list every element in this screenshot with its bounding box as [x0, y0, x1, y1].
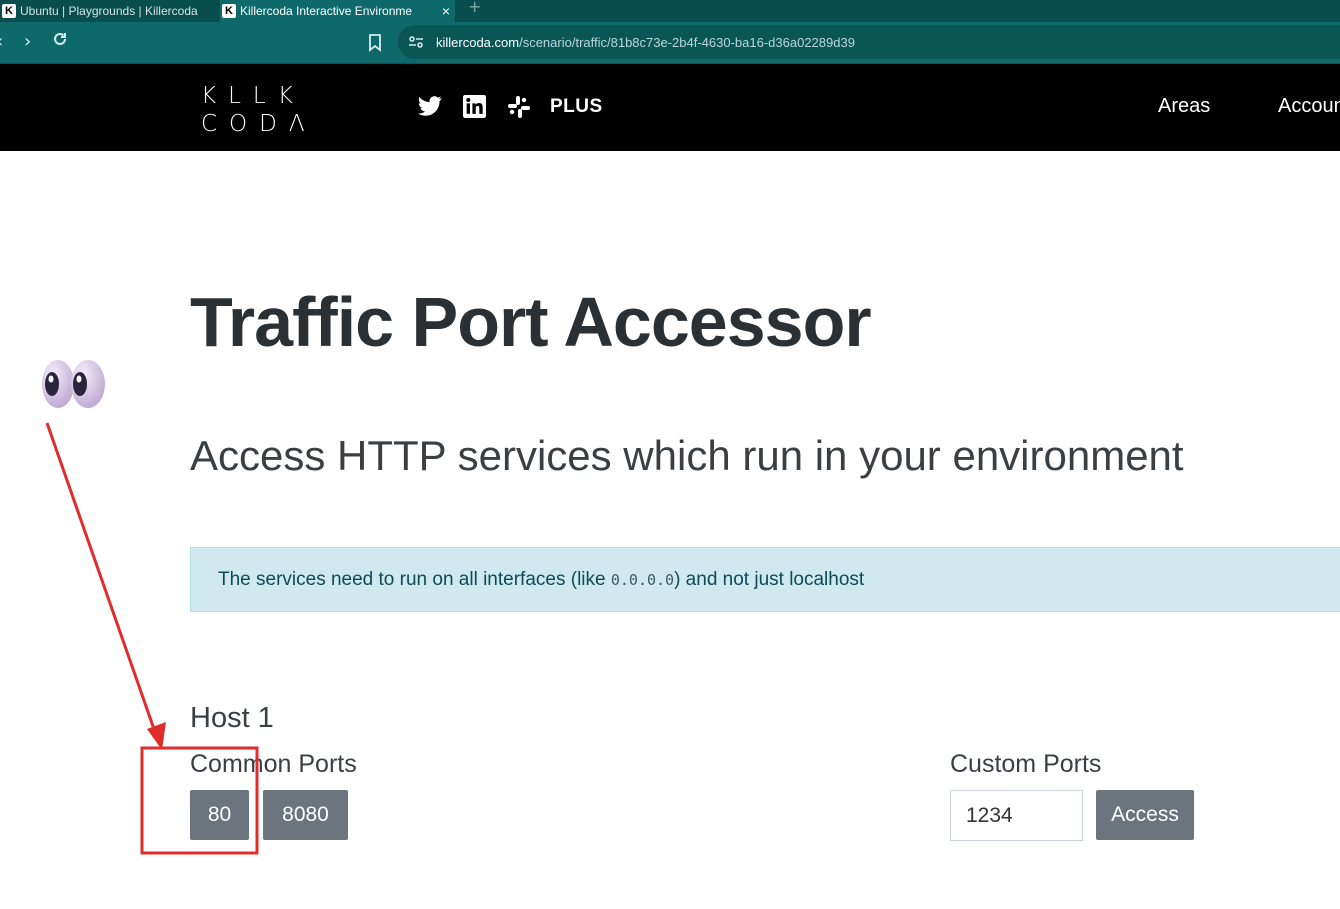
custom-ports-label: Custom Ports: [950, 750, 1102, 778]
killercoda-favicon-icon: K: [222, 4, 236, 18]
page-title: Traffic Port Accessor: [190, 283, 872, 361]
close-tab-icon[interactable]: ×: [437, 3, 455, 19]
address-bar[interactable]: killercoda.com/scenario/traffic/81b8c73e…: [398, 25, 1340, 59]
slack-icon[interactable]: [507, 95, 531, 123]
browser-tab-strip: K Ubuntu | Playgrounds | Killercoda K Ki…: [0, 0, 1340, 22]
nav-areas-link[interactable]: Areas: [1158, 95, 1210, 118]
custom-port-input[interactable]: [950, 790, 1083, 841]
port-8080-button[interactable]: 8080: [263, 790, 348, 840]
killercoda-logo[interactable]: KLLK CODΛ: [201, 82, 317, 138]
back-icon[interactable]: ‹: [0, 32, 3, 52]
tab-killercoda-environment[interactable]: K Killercoda Interactive Environme ×: [220, 0, 455, 22]
eyes-emoji-icon: [40, 358, 108, 410]
tab-ubuntu-playgrounds[interactable]: K Ubuntu | Playgrounds | Killercoda: [0, 0, 210, 22]
forward-icon[interactable]: ›: [24, 32, 31, 52]
new-tab-icon[interactable]: +: [468, 0, 481, 22]
bookmark-icon[interactable]: [368, 34, 382, 52]
linkedin-icon[interactable]: [463, 95, 486, 122]
annotation-arrow: [45, 422, 157, 733]
alert-text: The services need to run on all interfac…: [218, 568, 865, 590]
killercoda-favicon-icon: K: [2, 4, 16, 18]
nav-account-link[interactable]: Account: [1278, 95, 1340, 118]
url-text: killercoda.com/scenario/traffic/81b8c73e…: [436, 34, 855, 50]
site-header: KLLK CODΛ PLUS Areas Account: [0, 64, 1340, 151]
twitter-icon[interactable]: [418, 95, 442, 121]
plus-link[interactable]: PLUS: [550, 96, 603, 118]
page-subtitle: Access HTTP services which run in your e…: [190, 432, 1184, 479]
site-settings-icon[interactable]: [408, 34, 424, 50]
alert-code: 0.0.0.0: [610, 570, 675, 589]
port-80-button[interactable]: 80: [190, 790, 249, 840]
annotation-arrowhead: [147, 722, 166, 750]
access-button[interactable]: Access: [1096, 790, 1194, 840]
reload-icon[interactable]: [52, 31, 68, 52]
browser-toolbar: ‹ › killercoda.com/scenario/traffic/81b8…: [0, 22, 1340, 64]
host-heading: Host 1: [190, 702, 274, 734]
tab-title: Ubuntu | Playgrounds | Killercoda: [20, 4, 198, 18]
common-ports-label: Common Ports: [190, 750, 357, 778]
info-alert: The services need to run on all interfac…: [190, 547, 1340, 612]
tab-title: Killercoda Interactive Environme: [240, 4, 413, 18]
